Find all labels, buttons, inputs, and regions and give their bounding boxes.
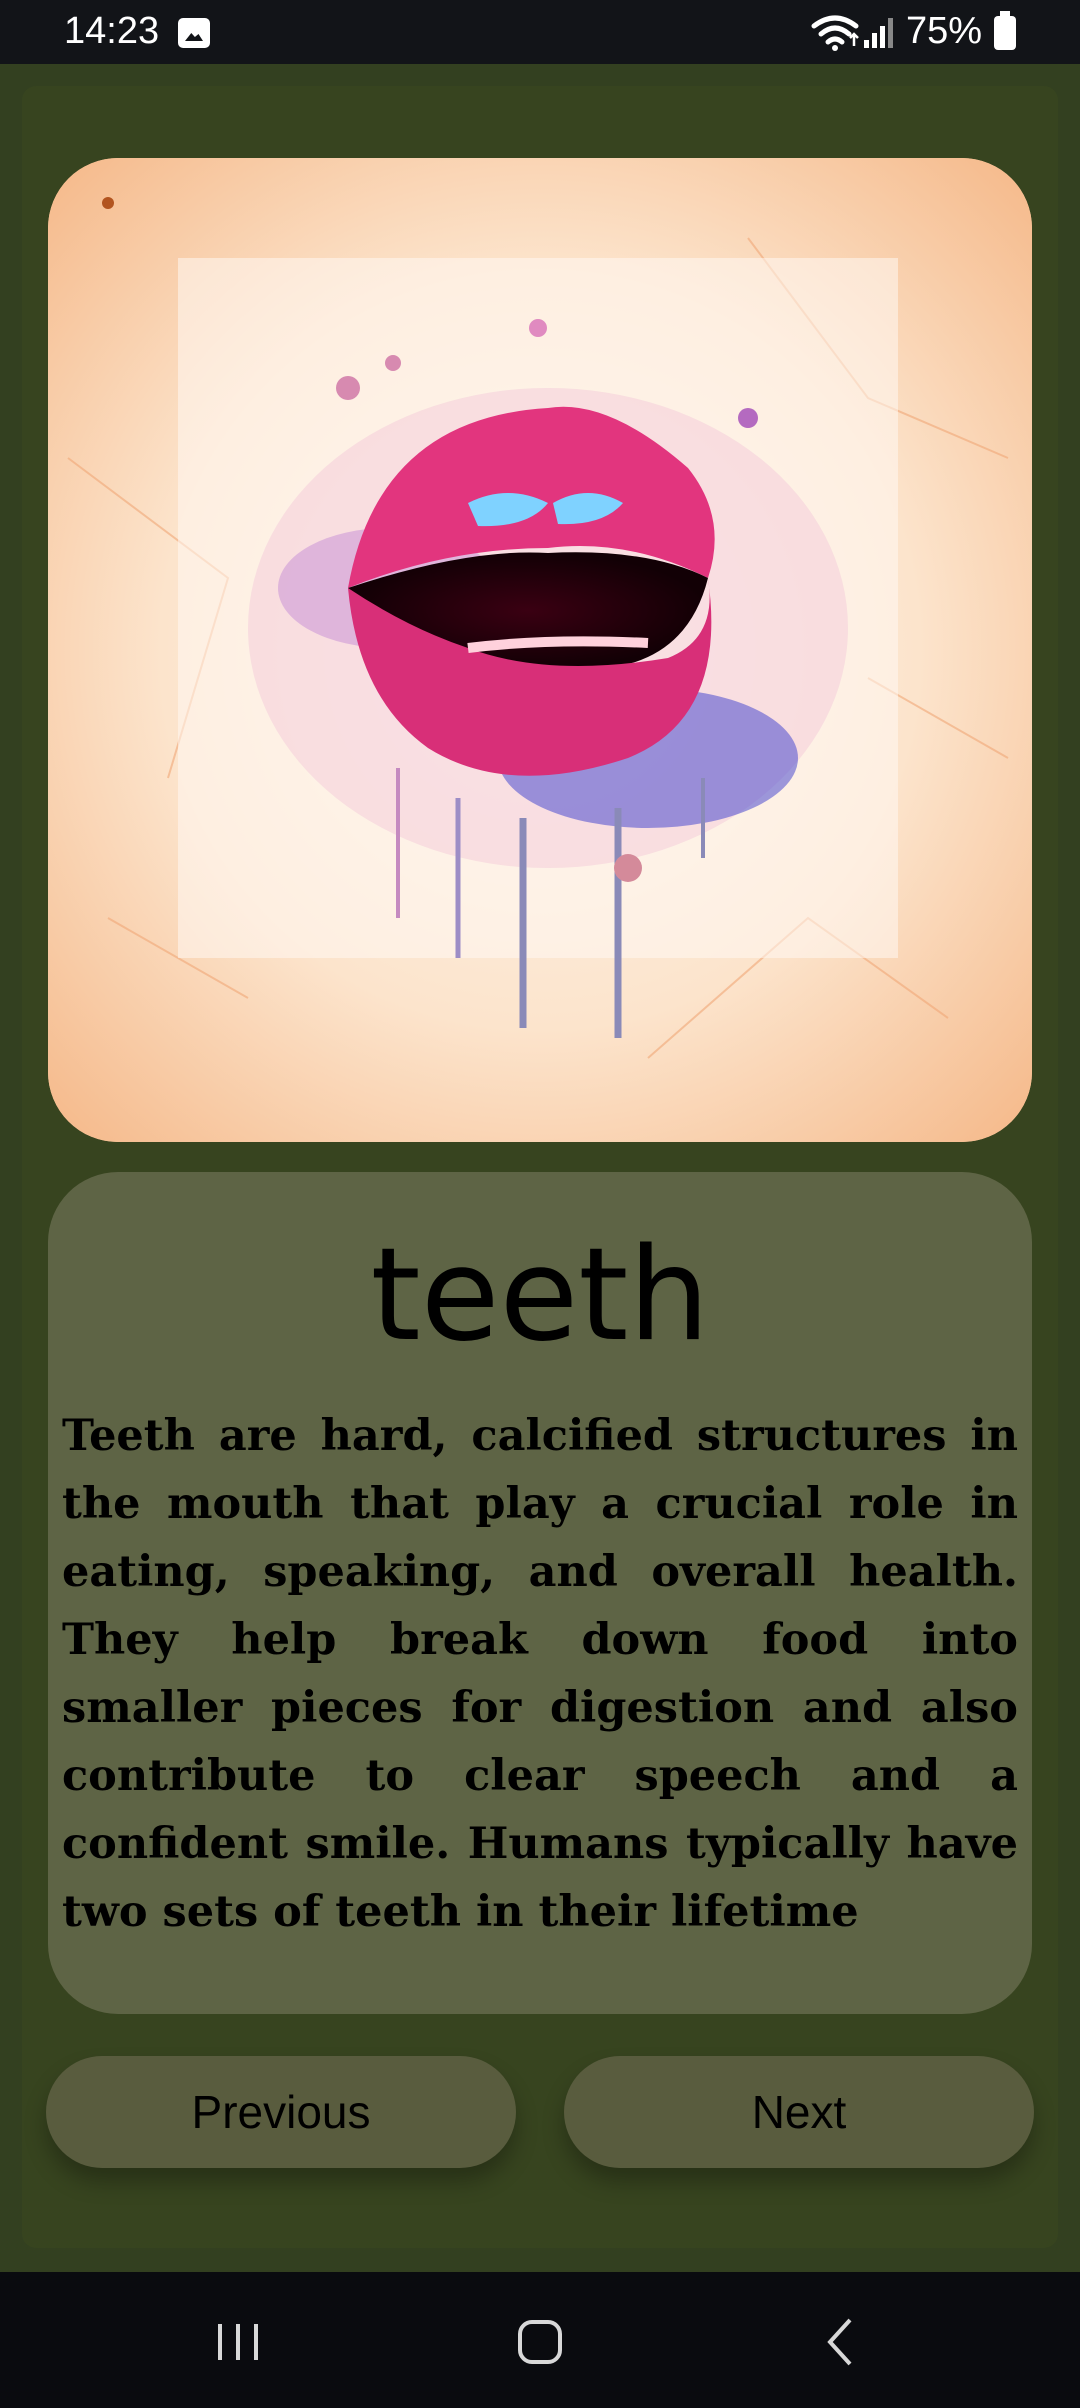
wifi-icon: [811, 15, 859, 51]
status-bar: 14:23 75%: [0, 0, 1080, 64]
battery-percent: 75%: [906, 10, 983, 52]
recents-icon[interactable]: [208, 2312, 268, 2372]
word-description: Teeth are hard, calcified structures in …: [62, 1411, 1018, 1937]
lips-illustration-graphic: [48, 158, 1032, 1142]
word-illustration: [48, 158, 1032, 1142]
next-button[interactable]: Next: [564, 2056, 1034, 2168]
home-icon[interactable]: [510, 2312, 570, 2372]
signal-icon: [864, 18, 893, 48]
system-navigation-bar: [0, 2272, 1080, 2408]
image-icon: [178, 18, 210, 48]
previous-button[interactable]: Previous: [46, 2056, 516, 2168]
word-title: teeth: [370, 1221, 710, 1370]
status-time: 14:23: [64, 10, 160, 52]
back-icon[interactable]: [812, 2312, 872, 2372]
word-info-panel: teeth Teeth are hard, calcified structur…: [48, 1172, 1032, 2014]
battery-icon: [994, 11, 1016, 50]
